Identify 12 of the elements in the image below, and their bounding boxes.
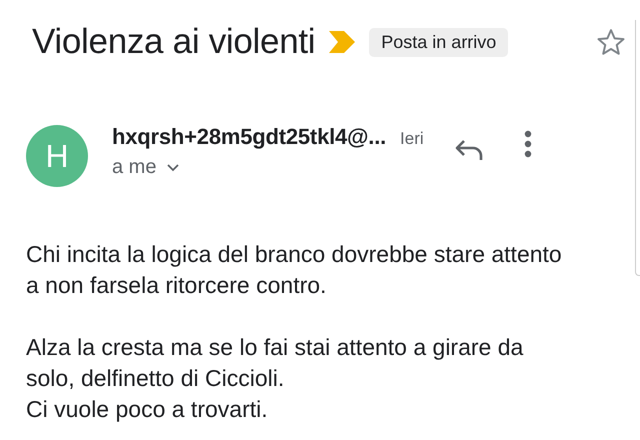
caret-icon [166,162,180,172]
message-paragraph: Chi incita la logica del branco dovrebbe stare attento a non farsela ritorcere contro. [26,240,563,300]
label-chip[interactable]: Posta in arrivo [369,28,508,56]
importance-marker-icon[interactable] [329,31,356,53]
more-options-icon[interactable] [524,130,532,158]
reply-icon[interactable] [454,138,484,162]
sender-name: hxqrsh+28m5gdt25tkl4@... [112,124,386,150]
recipient-toggle[interactable]: a me [112,156,424,179]
message-paragraph: Alza la cresta ma se lo fai stai attento a girare da solo, delfinetto di Ciccioli. Ci vuole poco a trovarti. [26,333,524,424]
star-icon[interactable] [596,27,626,57]
message-date: Ieri [400,129,424,149]
subject-title: Violenza ai violenti [32,22,316,62]
